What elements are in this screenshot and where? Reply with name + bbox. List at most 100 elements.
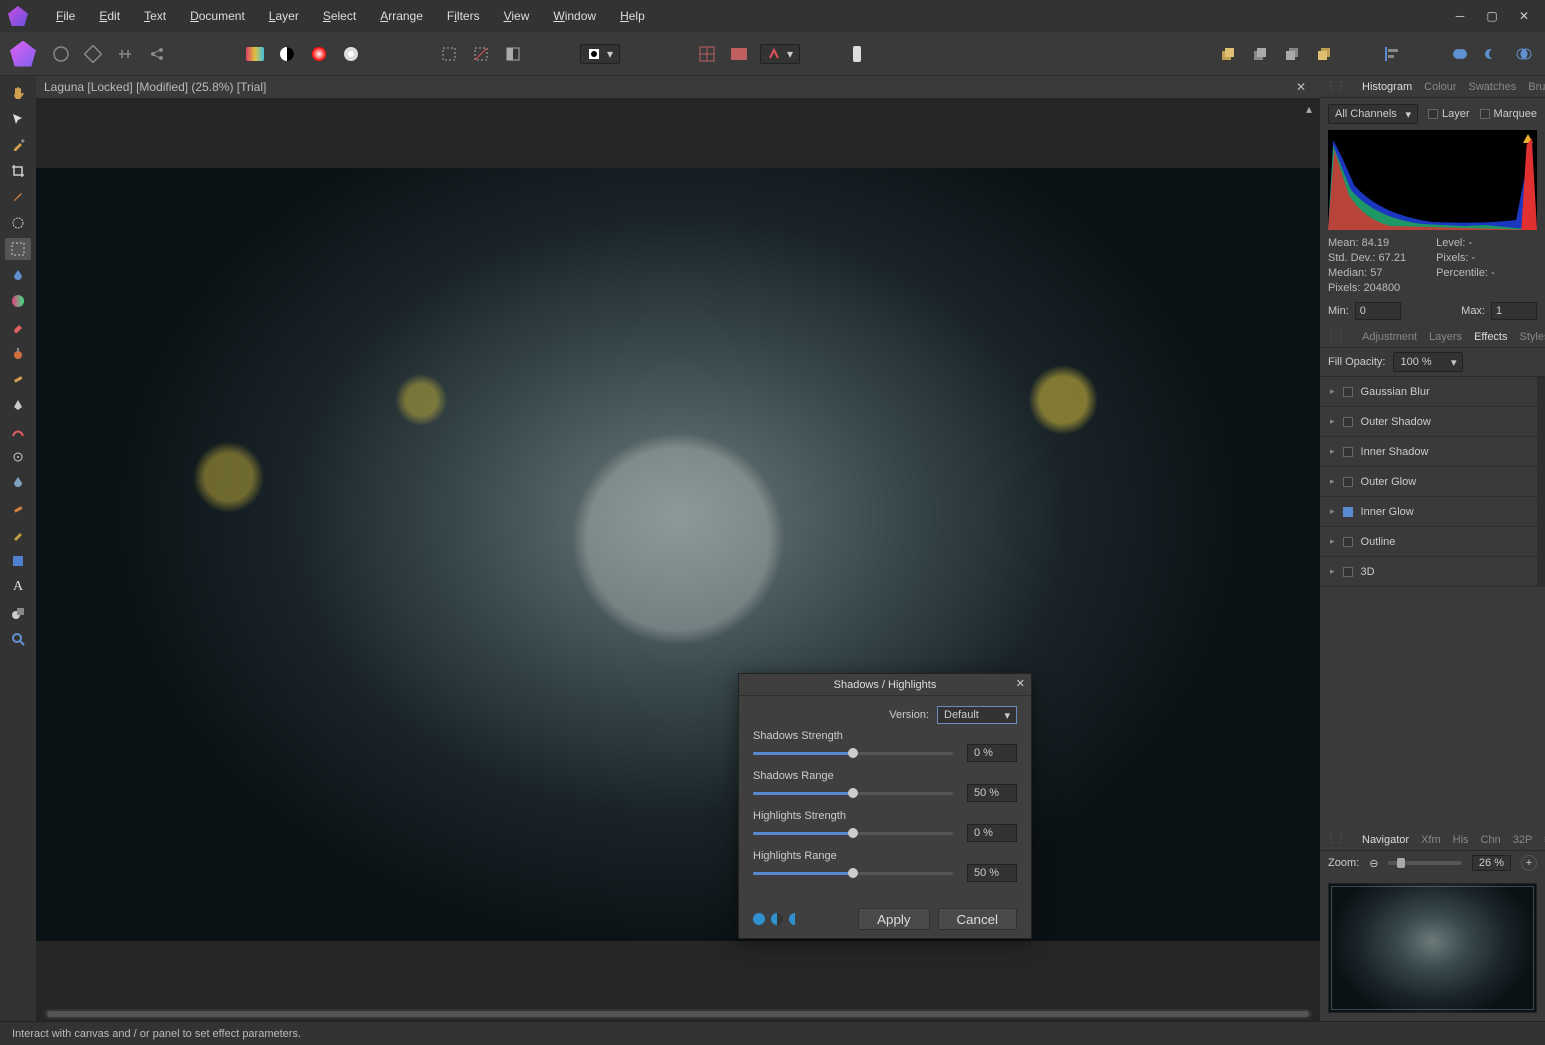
preview-mode-2-icon[interactable] <box>771 913 783 925</box>
highlights-range-slider[interactable] <box>753 872 953 875</box>
arrange-back-icon[interactable] <box>1313 43 1335 65</box>
menu-view[interactable]: View <box>492 0 542 32</box>
fill-opacity-dropdown[interactable]: 100 %▾ <box>1393 352 1463 372</box>
selection-none-icon[interactable] <box>470 43 492 65</box>
paint-brush-tool-icon[interactable] <box>5 186 31 208</box>
zoom-value[interactable]: 26 % <box>1472 855 1511 871</box>
swatch-soft-icon[interactable] <box>340 43 362 65</box>
persona-export-icon[interactable] <box>146 43 168 65</box>
preview-mode-1-icon[interactable] <box>753 913 765 925</box>
tab-histogram[interactable]: Histogram <box>1362 81 1412 93</box>
pen-tool-icon[interactable] <box>5 394 31 416</box>
channels-dropdown[interactable]: All Channels▾ <box>1328 104 1418 124</box>
navigator-preview[interactable] <box>1328 883 1537 1013</box>
dodge-tool-icon[interactable] <box>5 446 31 468</box>
menu-edit[interactable]: Edit <box>87 0 132 32</box>
inpainting-tool-icon[interactable] <box>5 420 31 442</box>
menu-select[interactable]: Select <box>311 0 368 32</box>
tab-adjustment[interactable]: Adjustment <box>1362 331 1417 343</box>
marquee-checkbox[interactable]: Marquee <box>1480 108 1537 120</box>
crop-tool-icon[interactable] <box>5 160 31 182</box>
tab-his[interactable]: His <box>1453 834 1469 846</box>
selection-brush-tool-icon[interactable] <box>5 212 31 234</box>
horizontal-scrollbar[interactable] <box>44 1009 1312 1019</box>
arrange-front-icon[interactable] <box>1217 43 1239 65</box>
assistant-icon[interactable] <box>846 43 868 65</box>
zoom-add-button[interactable]: + <box>1521 855 1537 871</box>
apply-button[interactable]: Apply <box>858 908 929 930</box>
dialog-close-button[interactable]: ✕ <box>1016 677 1025 690</box>
fx-3d[interactable]: ▸3D <box>1320 557 1537 587</box>
persona-liquify-icon[interactable] <box>50 43 72 65</box>
tab-swatches[interactable]: Swatches <box>1469 81 1517 93</box>
canvas[interactable] <box>36 168 1320 941</box>
menu-document[interactable]: Document <box>178 0 257 32</box>
shadows-strength-value[interactable]: 0 % <box>967 744 1017 762</box>
window-minimize-button[interactable]: ─ <box>1453 9 1467 23</box>
menu-text[interactable]: Text <box>132 0 178 32</box>
snapping-icon[interactable] <box>728 43 750 65</box>
smudge-tool-icon[interactable] <box>5 498 31 520</box>
max-input[interactable] <box>1491 302 1537 320</box>
tab-chn[interactable]: Chn <box>1481 834 1501 846</box>
swatch-contrast-icon[interactable] <box>276 43 298 65</box>
arrange-backward-icon[interactable] <box>1281 43 1303 65</box>
snapping-dropdown[interactable]: ▾ <box>760 44 800 64</box>
highlights-strength-value[interactable]: 0 % <box>967 824 1017 842</box>
sponge-tool-icon[interactable] <box>5 524 31 546</box>
selection-invert-icon[interactable] <box>502 43 524 65</box>
menu-filters[interactable]: Filters <box>435 0 492 32</box>
tab-brushes[interactable]: Brushes <box>1528 81 1545 93</box>
effects-scrollbar[interactable] <box>1537 377 1545 587</box>
fx-outline[interactable]: ▸Outline <box>1320 527 1537 557</box>
zoom-tool-icon[interactable] <box>5 628 31 650</box>
shadows-range-value[interactable]: 50 % <box>967 784 1017 802</box>
tab-effects[interactable]: Effects <box>1474 331 1507 343</box>
tab-navigator[interactable]: Navigator <box>1362 834 1409 846</box>
fx-outer-glow[interactable]: ▸Outer Glow <box>1320 467 1537 497</box>
fx-outer-shadow[interactable]: ▸Outer Shadow <box>1320 407 1537 437</box>
flood-select-tool-icon[interactable] <box>5 264 31 286</box>
highlights-strength-slider[interactable] <box>753 832 953 835</box>
zoom-out-button[interactable]: ⊖ <box>1369 857 1378 870</box>
quickmask-dropdown[interactable]: ▾ <box>580 44 620 64</box>
menu-window[interactable]: Window <box>541 0 608 32</box>
document-tab-title[interactable]: Laguna [Locked] [Modified] (25.8%) [Tria… <box>44 80 266 94</box>
healing-tool-icon[interactable] <box>5 368 31 390</box>
preview-mode-3-icon[interactable] <box>789 913 801 925</box>
selection-new-icon[interactable] <box>438 43 460 65</box>
shadows-strength-slider[interactable] <box>753 752 953 755</box>
window-close-button[interactable]: ✕ <box>1517 9 1531 23</box>
fill-tool-icon[interactable] <box>5 550 31 572</box>
swatch-gradient-icon[interactable] <box>244 43 266 65</box>
panel-grip-icon[interactable]: ⋮⋮ <box>1326 81 1346 92</box>
tab-colour[interactable]: Colour <box>1424 81 1456 93</box>
dialog-title-bar[interactable]: Shadows / Highlights ✕ <box>739 674 1031 696</box>
tab-styles[interactable]: Styles <box>1520 331 1545 343</box>
version-dropdown[interactable]: Default▾ <box>937 706 1017 724</box>
boolean-subtract-icon[interactable] <box>1481 43 1503 65</box>
document-close-button[interactable]: ✕ <box>1290 80 1312 94</box>
window-maximize-button[interactable]: ▢ <box>1485 9 1499 23</box>
blur-tool-icon[interactable] <box>5 472 31 494</box>
persona-photo-icon[interactable] <box>10 41 36 67</box>
canvas-options-caret-icon[interactable]: ▴ <box>1302 102 1316 116</box>
cancel-button[interactable]: Cancel <box>938 908 1018 930</box>
persona-tone-icon[interactable] <box>114 43 136 65</box>
boolean-add-icon[interactable] <box>1449 43 1471 65</box>
fx-gaussian-blur[interactable]: ▸Gaussian Blur <box>1320 377 1537 407</box>
arrange-forward-icon[interactable] <box>1249 43 1271 65</box>
color-picker-tool-icon[interactable] <box>5 134 31 156</box>
erase-tool-icon[interactable] <box>5 316 31 338</box>
swatch-hue-icon[interactable] <box>308 43 330 65</box>
menu-arrange[interactable]: Arrange <box>368 0 435 32</box>
fx-inner-shadow[interactable]: ▸Inner Shadow <box>1320 437 1537 467</box>
fx-inner-glow[interactable]: ▸Inner Glow <box>1320 497 1537 527</box>
tab-32p[interactable]: 32P <box>1513 834 1533 846</box>
menu-file[interactable]: File <box>44 0 87 32</box>
tab-layers[interactable]: Layers <box>1429 331 1462 343</box>
zoom-slider[interactable] <box>1388 861 1462 865</box>
clone-tool-icon[interactable] <box>5 342 31 364</box>
tab-xfm[interactable]: Xfm <box>1421 834 1441 846</box>
panel-grip-icon[interactable]: ⋮⋮ <box>1326 834 1346 845</box>
